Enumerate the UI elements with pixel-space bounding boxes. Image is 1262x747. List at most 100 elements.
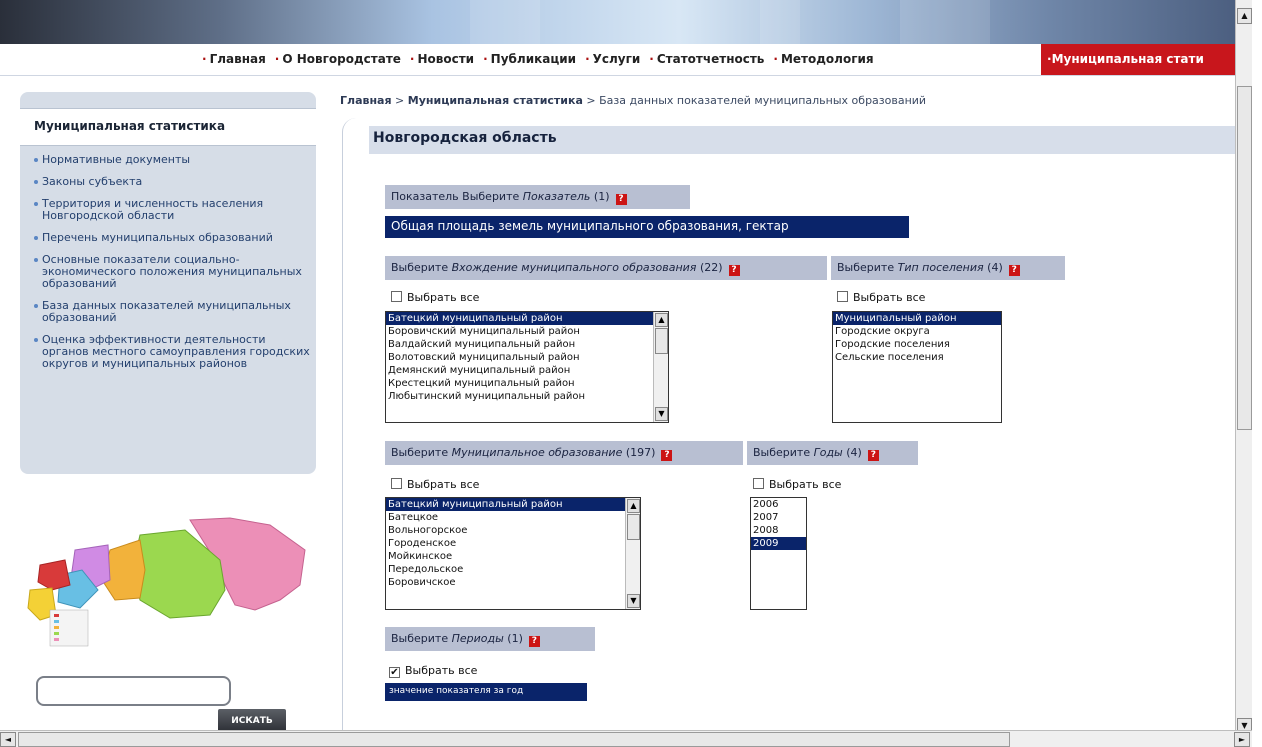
- list-option[interactable]: Батецкий муниципальный район: [386, 312, 668, 325]
- window-horizontal-scrollbar[interactable]: ◄ ►: [0, 730, 1252, 747]
- label-count: (4): [846, 446, 862, 459]
- sidebar-item-main-indicators[interactable]: Основные показатели социально-экономичес…: [34, 254, 310, 290]
- entry-label: Выберите Вхождение муниципального образо…: [385, 256, 827, 280]
- sidebar-item-normative-docs[interactable]: Нормативные документы: [34, 154, 310, 166]
- list-option[interactable]: Любытинский муниципальный район: [386, 390, 668, 403]
- nav-item-news[interactable]: · Новости: [410, 52, 474, 66]
- nav-item-reporting[interactable]: · Статотчетность: [649, 52, 764, 66]
- nav-item-methodology[interactable]: · Методология: [773, 52, 873, 66]
- label-name: Муниципальное образование: [451, 446, 623, 459]
- sidebar-item-database[interactable]: База данных показателей муниципальных об…: [34, 300, 310, 324]
- help-icon[interactable]: ?: [1008, 265, 1020, 276]
- breadcrumb-separator: >: [582, 94, 600, 107]
- breadcrumb-home[interactable]: Главная: [340, 94, 392, 107]
- list-option[interactable]: Валдайский муниципальный район: [386, 338, 668, 351]
- scroll-right-icon[interactable]: ►: [1234, 732, 1250, 747]
- nav-item-label: О Новгородстате: [282, 52, 401, 66]
- search-input[interactable]: [36, 676, 231, 706]
- list-option[interactable]: 2008: [751, 524, 806, 537]
- settlement-type-label: Выберите Тип поселения (4)?: [831, 256, 1065, 280]
- sidebar-item-efficiency[interactable]: Оценка эффективности деятельности органо…: [34, 334, 310, 370]
- settlement-select-all[interactable]: Выбрать все: [837, 291, 925, 304]
- label-prefix: Выберите: [391, 446, 452, 459]
- list-option[interactable]: 2007: [751, 511, 806, 524]
- help-icon[interactable]: ?: [528, 636, 540, 647]
- list-option[interactable]: Боровичское: [386, 576, 640, 589]
- nav-item-publications[interactable]: · Публикации: [483, 52, 576, 66]
- periods-select-all[interactable]: ✔ Выбрать все: [389, 664, 477, 678]
- help-icon[interactable]: ?: [615, 194, 627, 205]
- list-option[interactable]: Сельские поселения: [833, 351, 1001, 364]
- list-option[interactable]: Городские поселения: [833, 338, 1001, 351]
- checkbox[interactable]: [753, 478, 764, 489]
- scroll-up-icon[interactable]: ▲: [655, 313, 668, 327]
- nav-item-about[interactable]: · О Новгородстате: [275, 52, 401, 66]
- label-count: (197): [625, 446, 656, 459]
- banner-stripe: [900, 0, 990, 44]
- period-selected-value[interactable]: значение показателя за год: [385, 683, 587, 701]
- listbox-scrollbar[interactable]: ▲ ▼: [653, 312, 668, 422]
- list-option[interactable]: Муниципальный район: [833, 312, 1001, 325]
- breadcrumb-current: База данных показателей муниципальных об…: [599, 94, 927, 107]
- checkbox[interactable]: [391, 478, 402, 489]
- years-listbox[interactable]: 2006 2007 2008 2009: [750, 497, 807, 610]
- listbox-scrollbar[interactable]: ▲ ▼: [625, 498, 640, 609]
- list-option[interactable]: Вольногорское: [386, 524, 640, 537]
- label-count: (1): [507, 632, 523, 645]
- indicator-selected-value[interactable]: Общая площадь земель муниципального обра…: [385, 216, 909, 238]
- nav-item-label: Муниципальная стати: [1051, 52, 1204, 66]
- checkbox[interactable]: [837, 291, 848, 302]
- sidebar-item-laws[interactable]: Законы субъекта: [34, 176, 310, 188]
- sidebar-title: Муниципальная статистика: [20, 108, 316, 146]
- scroll-thumb[interactable]: [1237, 86, 1252, 430]
- label-count: (1): [593, 190, 610, 203]
- scroll-up-icon[interactable]: ▲: [627, 499, 640, 513]
- browser-viewport: · Главная · О Новгородстате · Новости · Публ…: [0, 0, 1262, 747]
- checkbox-checked[interactable]: ✔: [389, 667, 400, 678]
- russia-map-image[interactable]: [20, 490, 316, 660]
- breadcrumb-section[interactable]: Муниципальная статистика: [408, 94, 583, 107]
- scroll-left-icon[interactable]: ◄: [0, 732, 16, 747]
- label-name: Периоды: [451, 632, 504, 645]
- list-option[interactable]: Боровичский муниципальный район: [386, 325, 668, 338]
- list-option[interactable]: 2009: [751, 537, 806, 550]
- entry-listbox[interactable]: Батецкий муниципальный район Боровичский…: [385, 311, 669, 423]
- list-option[interactable]: Городские округа: [833, 325, 1001, 338]
- list-option[interactable]: Батецкое: [386, 511, 640, 524]
- window-vertical-scrollbar[interactable]: ▲ ▼: [1235, 0, 1252, 734]
- scroll-thumb[interactable]: [18, 732, 1010, 747]
- scroll-down-icon[interactable]: ▼: [627, 594, 640, 608]
- checkbox-label: Выбрать все: [853, 291, 926, 304]
- list-option[interactable]: Крестецкий муниципальный район: [386, 377, 668, 390]
- list-option[interactable]: Передольское: [386, 563, 640, 576]
- list-option[interactable]: Мойкинское: [386, 550, 640, 563]
- settlement-type-listbox[interactable]: Муниципальный район Городские округа Гор…: [832, 311, 1002, 423]
- sidebar-item-territory[interactable]: Территория и численность населения Новго…: [34, 198, 310, 222]
- municipality-select-all[interactable]: Выбрать все: [391, 478, 479, 491]
- label-count: (22): [699, 261, 723, 274]
- nav-item-municipal-active[interactable]: ·Муниципальная стати: [1041, 44, 1235, 75]
- list-option[interactable]: Городенское: [386, 537, 640, 550]
- help-icon[interactable]: ?: [728, 265, 740, 276]
- scroll-thumb[interactable]: [627, 514, 640, 540]
- list-option[interactable]: Демянский муниципальный район: [386, 364, 668, 377]
- entry-select-all[interactable]: Выбрать все: [391, 291, 479, 304]
- scroll-down-icon[interactable]: ▼: [655, 407, 668, 421]
- list-option[interactable]: Батецкий муниципальный район: [386, 498, 640, 511]
- scroll-up-icon[interactable]: ▲: [1237, 8, 1252, 24]
- nav-item-services[interactable]: · Услуги: [585, 52, 640, 66]
- indicator-label: Показатель Выберите Показатель (1)?: [385, 185, 690, 209]
- page-title: Новгородская область: [369, 126, 1236, 154]
- help-icon[interactable]: ?: [867, 450, 879, 461]
- nav-list: · Главная · О Новгородстате · Новости · Публ…: [202, 52, 883, 66]
- list-option[interactable]: Волотовский муниципальный район: [386, 351, 668, 364]
- scroll-thumb[interactable]: [655, 328, 668, 354]
- checkbox[interactable]: [391, 291, 402, 302]
- municipality-listbox[interactable]: Батецкий муниципальный район Батецкое Во…: [385, 497, 641, 610]
- list-option[interactable]: 2006: [751, 498, 806, 511]
- label-prefix: Показатель Выберите: [391, 190, 523, 203]
- sidebar-item-municipalities-list[interactable]: Перечень муниципальных образований: [34, 232, 310, 244]
- help-icon[interactable]: ?: [661, 450, 673, 461]
- nav-item-home[interactable]: · Главная: [202, 52, 266, 66]
- years-select-all[interactable]: Выбрать все: [753, 478, 841, 491]
